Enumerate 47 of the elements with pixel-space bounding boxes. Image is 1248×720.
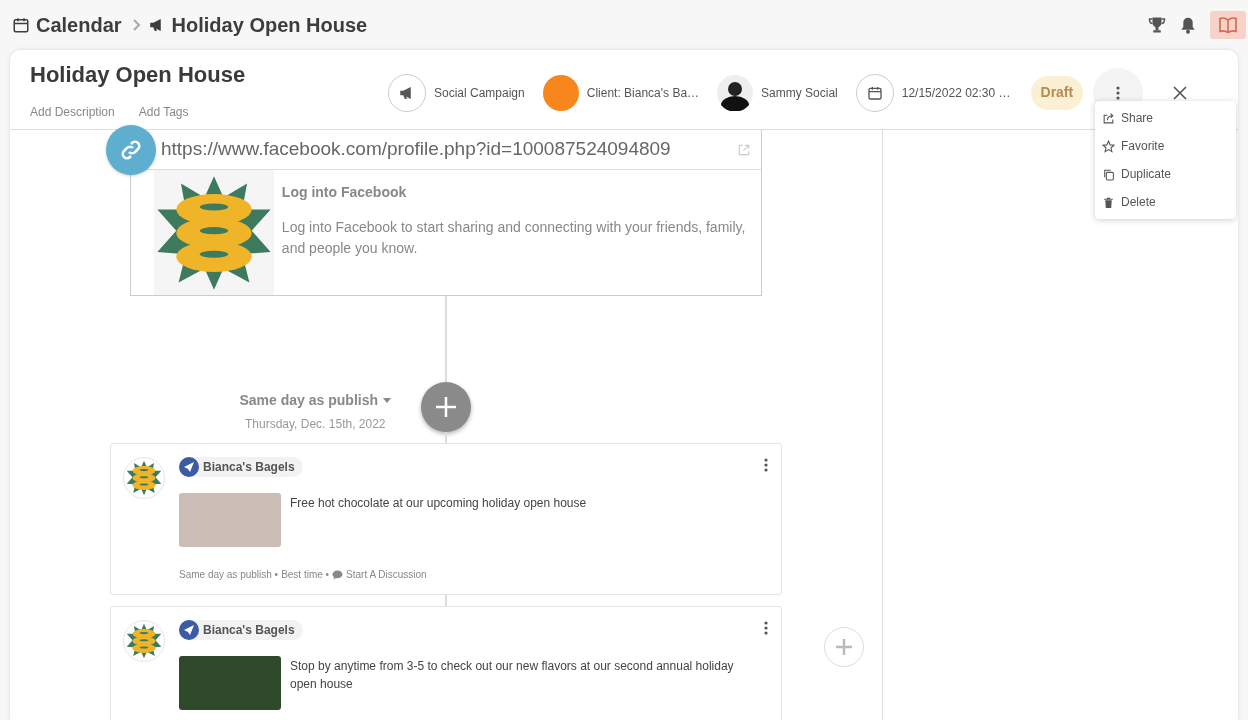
post-text: Free hot chocolate at our upcoming holiday open house: [290, 495, 588, 512]
post-time: Best time •: [281, 568, 330, 582]
add-button[interactable]: [421, 382, 471, 432]
calendar-icon: [12, 16, 30, 34]
schedule-date: Thursday, Dec. 15th, 2022: [245, 416, 386, 433]
menu-item[interactable]: Favorite: [1095, 132, 1236, 160]
meta-label[interactable]: Client: Bianca's Ba…: [586, 83, 700, 102]
book-icon: [1218, 17, 1238, 33]
account-chip: Bianca's Bagels: [179, 457, 303, 477]
chevron-right-icon: [131, 18, 142, 32]
schedule-dropdown[interactable]: Same day as publish: [239, 390, 391, 411]
send-icon: [179, 620, 199, 640]
link-description: Log into Facebook to start sharing and connecting with your friends, family, and people you know.: [281, 218, 747, 258]
header-link[interactable]: Add Description: [30, 103, 115, 121]
send-icon: [179, 457, 199, 477]
calendar-icon: [866, 84, 883, 101]
link-title: Log into Facebook: [281, 183, 408, 202]
post-text: Stop by anytime from 3-5 to check out our new flavors at our second annual holiday open house: [290, 658, 735, 693]
breadcrumb-link[interactable]: Calendar: [36, 10, 122, 40]
trophy-icon[interactable]: [1148, 16, 1166, 34]
meta-label[interactable]: Social Campaign: [434, 83, 525, 102]
share-icon: [1102, 111, 1115, 125]
more-icon[interactable]: [764, 458, 768, 472]
avatar-icon[interactable]: [717, 74, 754, 111]
header-link[interactable]: Add Tags: [138, 103, 189, 121]
bell-icon[interactable]: [1180, 16, 1196, 34]
chat-icon: [332, 569, 344, 580]
trash-icon: [1102, 195, 1115, 209]
meta-label[interactable]: Sammy Social: [761, 83, 838, 102]
copy-icon: [1102, 167, 1115, 181]
account-chip: Bianca's Bagels: [179, 620, 303, 640]
menu-item[interactable]: Duplicate: [1095, 160, 1236, 188]
menu-item[interactable]: Delete: [1095, 188, 1236, 216]
status-badge: Draft: [1030, 75, 1084, 110]
star-icon: [1102, 139, 1115, 153]
more-icon[interactable]: [764, 621, 768, 635]
more-icon: [1116, 85, 1121, 100]
campaign-title: Holiday Open House: [30, 61, 247, 89]
close-icon[interactable]: [1173, 85, 1188, 100]
discussion-link[interactable]: Start A Discussion: [346, 567, 427, 582]
caret-icon: [383, 398, 391, 403]
plus-icon: [836, 639, 852, 655]
link-url[interactable]: https://www.facebook.com/profile.php?id=100087524094809: [161, 135, 671, 164]
meta-label[interactable]: 12/15/2022 02:30 …: [901, 83, 1011, 102]
menu-item[interactable]: Share: [1095, 104, 1236, 132]
post-timing: Same day as publish •: [179, 568, 279, 582]
plus-icon: [436, 397, 456, 417]
